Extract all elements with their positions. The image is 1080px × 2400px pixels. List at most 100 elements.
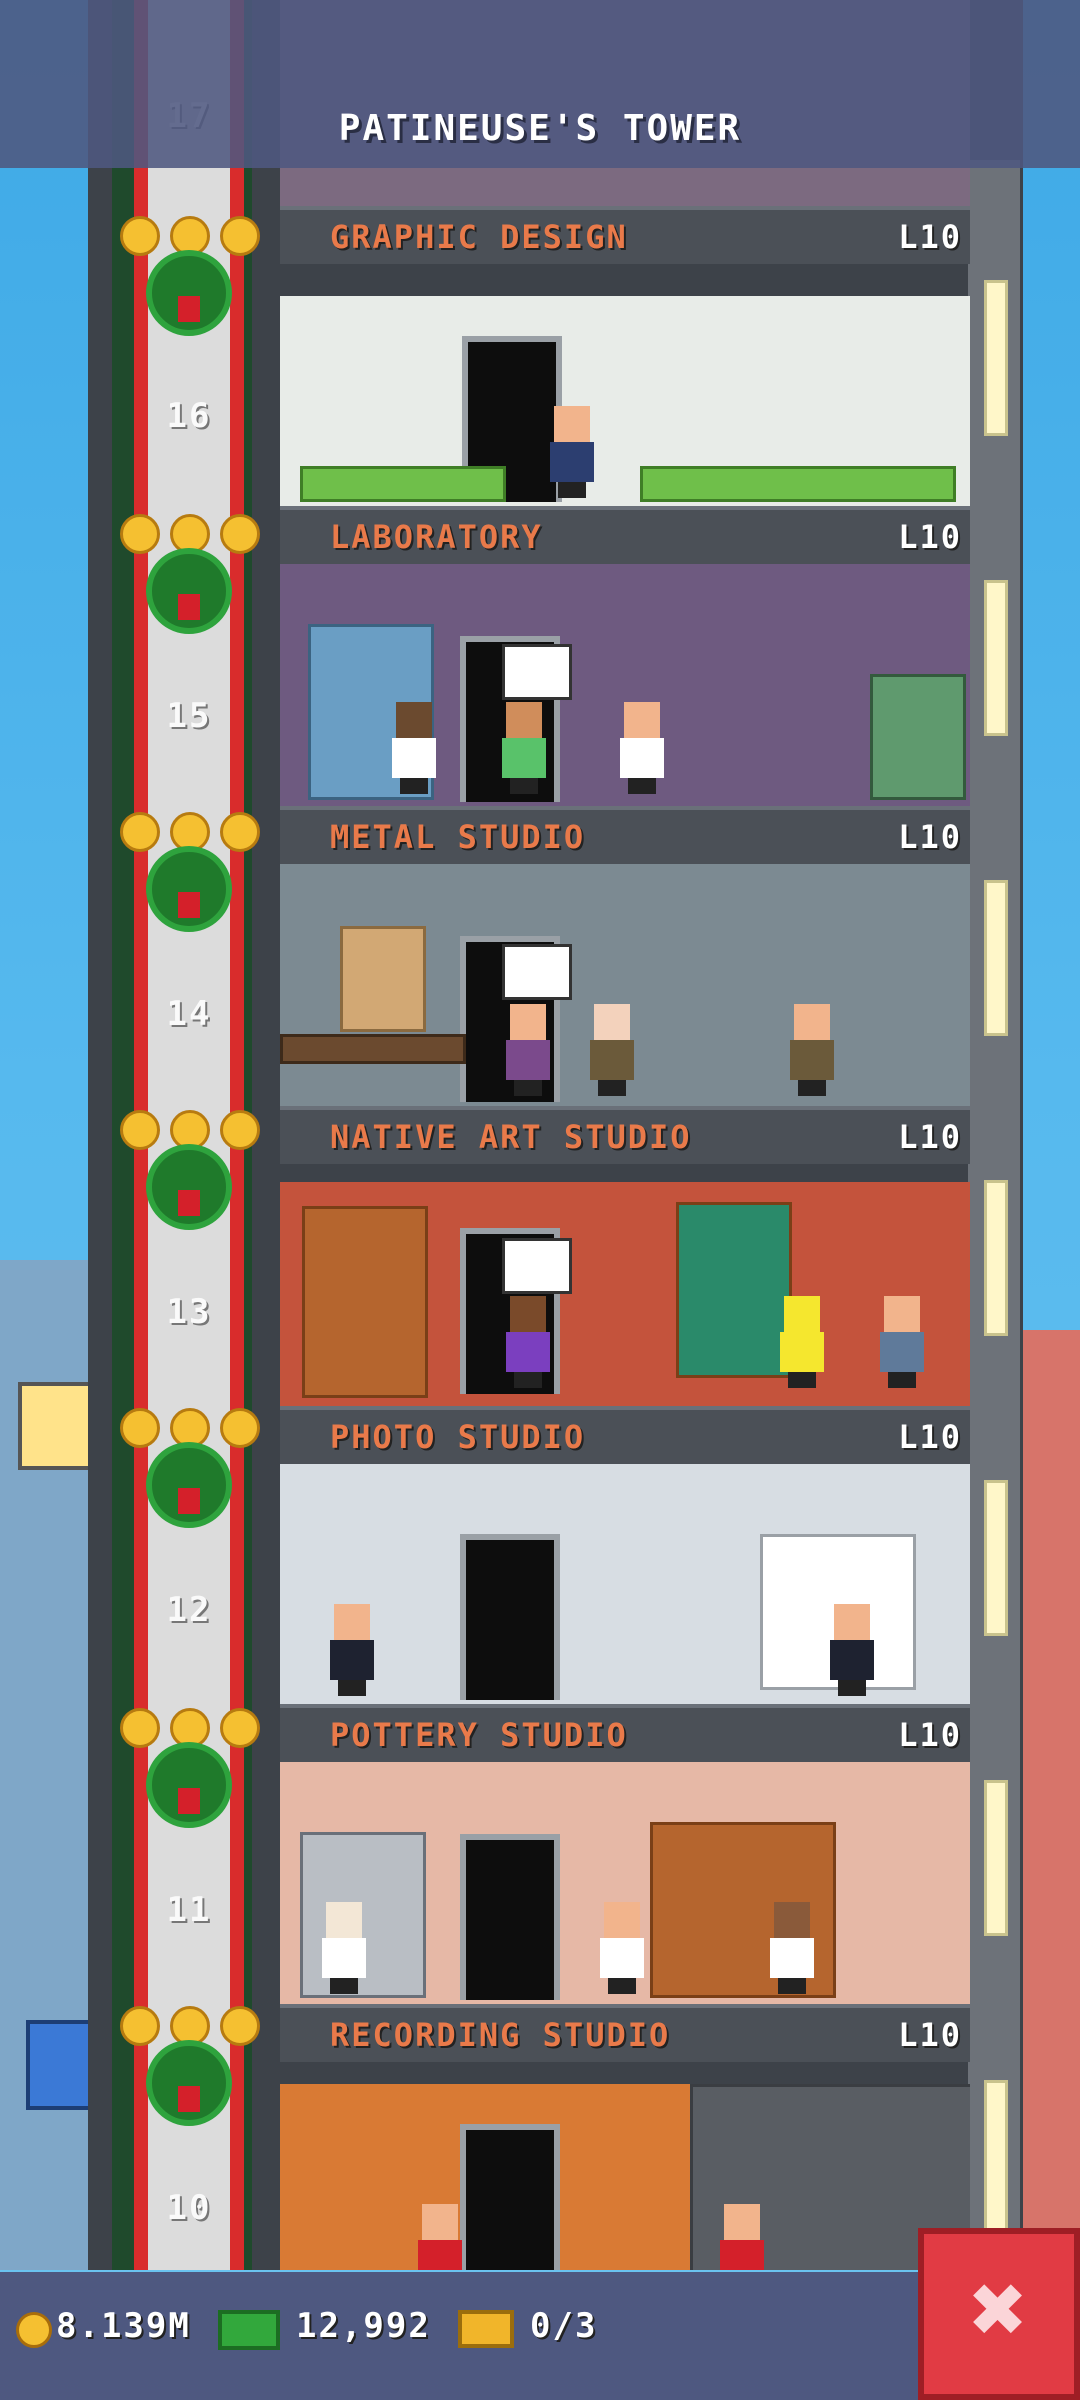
desk [640, 466, 956, 502]
floor-level: L10 [898, 818, 962, 856]
floor-native-art-studio[interactable]: NATIVE ART STUDIO L10 [280, 1106, 970, 1412]
speech-bubble[interactable] [502, 644, 572, 700]
room-metal-studio[interactable] [280, 864, 970, 1112]
worker[interactable] [590, 1004, 634, 1096]
floor-name: LABORATORY [330, 518, 543, 556]
floor-level: L10 [898, 2016, 962, 2054]
coins-count[interactable]: 8.139M [56, 2306, 191, 2346]
worker[interactable] [600, 1902, 644, 1994]
wall-light [984, 880, 1008, 1036]
worker[interactable] [790, 1004, 834, 1096]
floor-name: PHOTO STUDIO [330, 1418, 586, 1456]
floor-level: L10 [898, 1716, 962, 1754]
star-icon [120, 1110, 160, 1150]
worker[interactable] [392, 702, 436, 794]
star-icon [220, 216, 260, 256]
worker[interactable] [418, 2204, 462, 2270]
tapestry [676, 1202, 792, 1378]
worker[interactable] [506, 1004, 550, 1096]
wall-light [984, 1780, 1008, 1936]
star-icon [120, 1408, 160, 1448]
star-icon [120, 514, 160, 554]
star-icon [220, 2006, 260, 2046]
floor-name: GRAPHIC DESIGN [330, 218, 628, 256]
background-building-right [1022, 1330, 1080, 2270]
lab-robot [870, 674, 966, 800]
floor-label-bar: RECORDING STUDIO L10 [280, 2004, 970, 2062]
floor-label-bar: PHOTO STUDIO L10 [280, 1406, 970, 1464]
speech-bubble[interactable] [502, 944, 572, 1000]
wreath-icon [146, 1742, 232, 1828]
star-icon [220, 1708, 260, 1748]
worker[interactable] [780, 1296, 824, 1388]
shaft-floor-number: 13 [166, 1292, 212, 1332]
worker[interactable] [830, 1604, 874, 1696]
floor-label-bar: LABORATORY L10 [280, 506, 970, 564]
worker[interactable] [322, 1902, 366, 1994]
wreath-icon [146, 250, 232, 336]
bux-count[interactable]: 12,992 [296, 2306, 431, 2346]
shaft-floor-number: 12 [166, 1590, 212, 1630]
shaft-floor-number: 11 [166, 1890, 212, 1930]
floor-name: POTTERY STUDIO [330, 1716, 628, 1754]
header-bar: PATINEUSE'S TOWER [0, 0, 1080, 168]
floor-level: L10 [898, 1118, 962, 1156]
floor-name: RECORDING STUDIO [330, 2016, 671, 2054]
floor-pottery-studio[interactable]: POTTERY STUDIO L10 [280, 1704, 970, 2010]
shaft-floor-number: 14 [166, 994, 212, 1034]
star-icon [220, 812, 260, 852]
room-native-art-studio[interactable] [280, 1182, 970, 1412]
floor-recording-studio[interactable]: RECORDING STUDIO L10 [280, 2004, 970, 2270]
worker[interactable] [502, 702, 546, 794]
star-icon [220, 1408, 260, 1448]
wreath-icon [146, 2040, 232, 2126]
worker[interactable] [770, 1902, 814, 1994]
tickets-count[interactable]: 0/3 [530, 2306, 597, 2346]
floor-graphic-design[interactable]: GRAPHIC DESIGN L10 [280, 206, 970, 512]
floor-metal-studio[interactable]: METAL STUDIO L10 [280, 806, 970, 1112]
pegboard [340, 926, 426, 1032]
floor-level: L10 [898, 1418, 962, 1456]
star-icon [120, 812, 160, 852]
worker[interactable] [506, 1296, 550, 1388]
wall-light [984, 280, 1008, 436]
floor-name: METAL STUDIO [330, 818, 586, 856]
floor-label-bar: NATIVE ART STUDIO L10 [280, 1106, 970, 1164]
room-recording-studio[interactable] [280, 2084, 970, 2270]
star-icon [120, 216, 160, 256]
shaft-floor-number: 10 [166, 2188, 212, 2228]
close-button[interactable]: ✖ [918, 2228, 1080, 2400]
background-billboard [18, 1382, 92, 1470]
coin-icon [16, 2312, 52, 2348]
room-door [460, 2124, 560, 2270]
star-icon [220, 1110, 260, 1150]
shaft-floor-number: 16 [166, 396, 212, 436]
floor-level: L10 [898, 218, 962, 256]
room-graphic-design[interactable] [280, 296, 970, 512]
worker[interactable] [550, 406, 594, 498]
room-laboratory[interactable] [280, 564, 970, 812]
floor-photo-studio[interactable]: PHOTO STUDIO L10 [280, 1406, 970, 1712]
speech-bubble[interactable] [502, 1238, 572, 1294]
worker[interactable] [720, 2204, 764, 2270]
star-icon [220, 514, 260, 554]
wreath-icon [146, 1442, 232, 1528]
floor-name: NATIVE ART STUDIO [330, 1118, 692, 1156]
floor-laboratory[interactable]: LABORATORY L10 [280, 506, 970, 812]
desk [300, 466, 506, 502]
worker[interactable] [330, 1604, 374, 1696]
room-pottery-studio[interactable] [280, 1762, 970, 2010]
shaft-floor-number: 15 [166, 696, 212, 736]
floor-label-bar: POTTERY STUDIO L10 [280, 1704, 970, 1762]
shelf [302, 1206, 428, 1398]
worker[interactable] [620, 702, 664, 794]
background-sign-blue [26, 2020, 94, 2110]
wall-light [984, 1180, 1008, 1336]
worker[interactable] [880, 1296, 924, 1388]
floor-level: L10 [898, 518, 962, 556]
bux-icon [218, 2310, 280, 2350]
room-photo-studio[interactable] [280, 1464, 970, 1712]
wreath-icon [146, 1144, 232, 1230]
star-icon [120, 1708, 160, 1748]
tower-title[interactable]: PATINEUSE'S TOWER [0, 108, 1080, 149]
